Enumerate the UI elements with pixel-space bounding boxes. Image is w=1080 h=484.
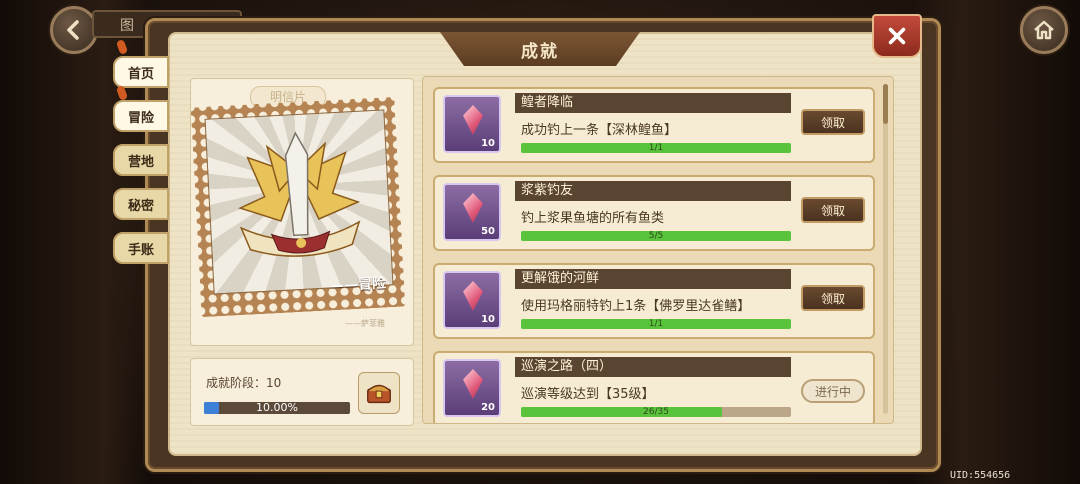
achievement-card: 50 浆紫钓友 钓上浆果鱼塘的所有鱼类 5/5 领取 bbox=[433, 175, 875, 251]
achievement-progress-bar: 26/35 bbox=[521, 407, 791, 417]
achievement-progress-text: 1/1 bbox=[648, 143, 664, 153]
achievement-card: 10 鳇者降临 成功钓上一条【深林鳇鱼】 1/1 领取 bbox=[433, 87, 875, 163]
reward-chest-button[interactable] bbox=[358, 372, 400, 414]
tab-notebook[interactable]: 手账 bbox=[113, 232, 169, 264]
reward-count: 50 bbox=[481, 226, 495, 237]
achievement-desc: 成功钓上一条【深林鳇鱼】 bbox=[521, 123, 678, 138]
achievement-progress-bar: 5/5 bbox=[521, 231, 791, 241]
tab-secret[interactable]: 秘密 bbox=[113, 188, 169, 220]
achievement-desc: 巡演等级达到【35级】 bbox=[521, 387, 655, 402]
achievement-card: 20 巡演之路（四） 巡演等级达到【35级】 26/35 进行中 bbox=[433, 351, 875, 423]
in-progress-button[interactable]: 进行中 bbox=[801, 379, 865, 403]
scrollbar-thumb[interactable] bbox=[883, 84, 888, 124]
claim-button[interactable]: 领取 bbox=[801, 197, 865, 223]
page-title: 成就 bbox=[440, 32, 640, 66]
reward-count: 20 bbox=[481, 402, 495, 413]
gem-icon bbox=[463, 105, 483, 135]
back-button[interactable] bbox=[50, 6, 98, 54]
achievement-progress-text: 1/1 bbox=[648, 319, 664, 329]
back-arrow-icon bbox=[67, 20, 79, 40]
postcard-signature: ——萨菲雅 bbox=[345, 319, 385, 328]
reward-icon: 10 bbox=[443, 95, 501, 153]
achievement-list[interactable]: 10 鳇者降临 成功钓上一条【深林鳇鱼】 1/1 领取 50 浆紫钓友 钓上浆果… bbox=[422, 76, 894, 424]
claim-button[interactable]: 领取 bbox=[801, 285, 865, 311]
reward-count: 10 bbox=[481, 138, 495, 149]
winged-sword-emblem-icon bbox=[238, 131, 361, 257]
home-button[interactable] bbox=[1020, 6, 1068, 54]
close-icon bbox=[888, 27, 906, 45]
achievement-title: 鳇者降临 bbox=[515, 93, 791, 113]
scrollbar[interactable] bbox=[883, 84, 888, 414]
gem-icon bbox=[463, 369, 483, 399]
reward-icon: 20 bbox=[443, 359, 501, 417]
tab-camp[interactable]: 营地 bbox=[113, 144, 169, 176]
tab-home[interactable]: 首页 bbox=[113, 56, 169, 88]
user-id: UID:554656 bbox=[950, 470, 1011, 481]
gem-icon bbox=[463, 193, 483, 223]
claim-button[interactable]: 领取 bbox=[801, 109, 865, 135]
treasure-chest-icon bbox=[367, 384, 391, 404]
achievement-title: 巡演之路（四） bbox=[515, 357, 791, 377]
reward-icon: 10 bbox=[443, 271, 501, 329]
stamp-image bbox=[204, 109, 394, 295]
achievement-progress-bar: 1/1 bbox=[521, 143, 791, 153]
tab-adventure[interactable]: 冒险 bbox=[113, 100, 169, 132]
close-button[interactable] bbox=[872, 14, 922, 58]
achievement-progress-text: 26/35 bbox=[643, 407, 669, 417]
achievement-progress-bar: 1/1 bbox=[521, 319, 791, 329]
achievement-title: 浆紫钓友 bbox=[515, 181, 791, 201]
achievement-title: 更解饿的河鲜 bbox=[515, 269, 791, 289]
home-icon bbox=[1034, 20, 1054, 40]
achievement-desc: 使用玛格丽特钓上1条【佛罗里达雀鳝】 bbox=[521, 299, 751, 314]
stamp-caption: ——冒险 bbox=[329, 275, 387, 295]
stage-progress-bar: 10.00% bbox=[204, 402, 350, 414]
reward-icon: 50 bbox=[443, 183, 501, 241]
achievement-progress-text: 5/5 bbox=[648, 231, 664, 241]
achievement-desc: 钓上浆果鱼塘的所有鱼类 bbox=[521, 211, 665, 226]
achievement-card: 10 更解饿的河鲜 使用玛格丽特钓上1条【佛罗里达雀鳝】 1/1 领取 bbox=[433, 263, 875, 339]
stage-label: 成就阶段：10 bbox=[206, 376, 282, 390]
reward-count: 10 bbox=[481, 314, 495, 325]
gem-icon bbox=[463, 281, 483, 311]
stage-progress-text: 10.00% bbox=[256, 401, 298, 414]
